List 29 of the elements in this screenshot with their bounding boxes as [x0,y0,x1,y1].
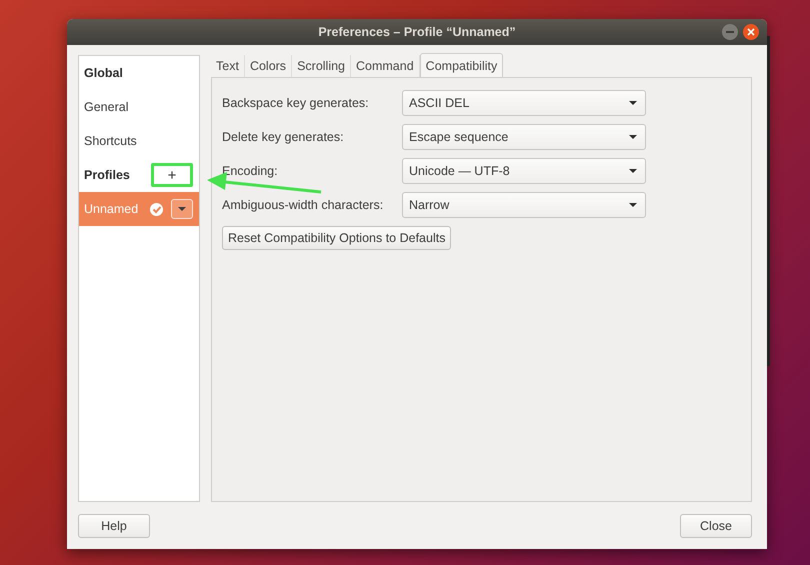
minimize-button[interactable] [722,24,738,40]
sidebar-item[interactable]: Shortcuts [79,124,199,158]
minimize-icon [726,31,734,33]
setting-label: Delete key generates: [222,130,345,144]
close-button[interactable]: Close [680,514,752,538]
section-heading: Global [84,66,123,80]
reset-button[interactable]: Reset Compatibility Options to Defaults [222,226,452,250]
caret-icon [178,207,186,211]
dropdown[interactable]: ASCII DEL [402,90,646,116]
close-icon [747,28,755,36]
caret-icon [629,169,637,173]
caret-icon [629,203,637,207]
window-title: Preferences – Profile “Unnamed” [318,25,516,39]
setting-label: Backspace key generates: [222,96,370,110]
setting-label: Encoding: [222,164,279,178]
sidebar-item[interactable]: General [79,90,199,124]
dropdown[interactable]: Escape sequence [402,124,646,150]
help-button[interactable]: Help [78,514,150,538]
caret-icon [629,135,637,139]
add-profile-button[interactable]: + [151,163,193,187]
caret-icon [629,101,637,105]
tab[interactable]: Compatibility [420,53,504,77]
section-heading: Profiles [84,168,130,182]
profile-name: Unnamed [84,202,138,216]
profile-menu-button[interactable] [171,199,193,219]
dropdown[interactable]: Unicode — UTF-8 [402,158,646,184]
close-window-button[interactable] [743,24,759,40]
dropdown[interactable]: Narrow [402,192,646,218]
setting-label: Ambiguous-width characters: [222,198,384,212]
